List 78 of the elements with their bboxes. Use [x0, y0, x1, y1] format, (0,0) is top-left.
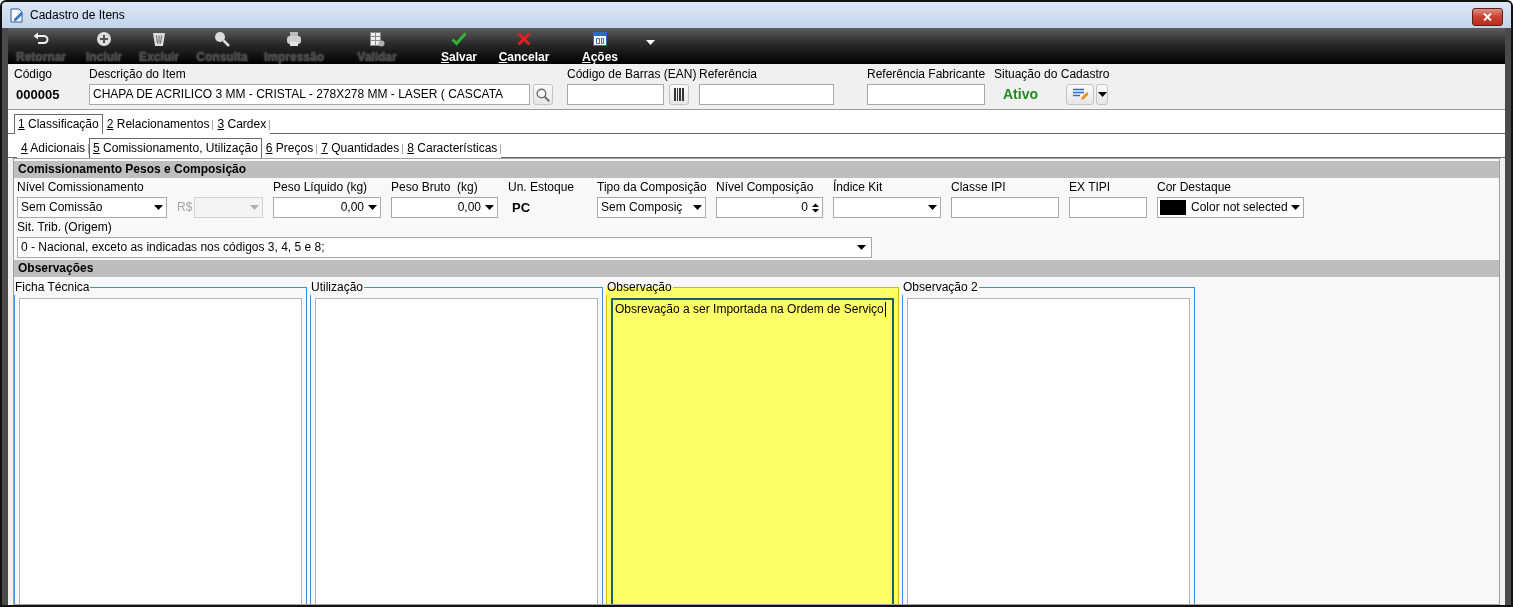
unit-value: PC	[511, 199, 531, 217]
window-title: Cadastro de Itens	[30, 8, 125, 22]
close-icon	[1483, 13, 1492, 21]
field-label: EX TIPI	[1069, 180, 1111, 196]
color-dropdown[interactable]: Color not selected	[1157, 197, 1304, 218]
field-label: Situação do Cadastro	[994, 67, 1110, 83]
field-label: Referência Fabricante	[867, 67, 986, 83]
field-label: Descrição do Item	[89, 67, 186, 83]
field-label: Tipo da Composição	[597, 180, 707, 196]
caret-icon	[368, 205, 377, 210]
printer-icon	[286, 31, 302, 47]
dropdown-button[interactable]	[1096, 84, 1108, 105]
wastebasket-icon	[151, 31, 167, 47]
field-label: Código	[14, 67, 53, 83]
dropdown-field[interactable]: Sem Comissão	[17, 197, 167, 218]
toolbar-button[interactable]: Salvar	[428, 28, 490, 64]
field-label: Nível Comissionamento	[17, 180, 144, 196]
code-value: 000005	[15, 86, 60, 104]
check-icon	[451, 31, 467, 47]
group-box-title: Ficha Técnica	[14, 280, 91, 295]
undo-arrow-icon	[33, 31, 49, 47]
caret-icon	[1291, 205, 1300, 210]
search-button[interactable]	[533, 84, 553, 105]
search-icon	[536, 87, 550, 102]
caret-icon	[928, 205, 937, 210]
document-pen-icon	[10, 8, 24, 23]
x-mark-icon	[516, 31, 532, 47]
text-field[interactable]	[567, 84, 664, 105]
edit-list-icon	[1072, 88, 1088, 101]
text-field[interactable]	[699, 84, 834, 105]
group-box-title: Observação 2	[902, 280, 979, 295]
field-label: Peso Bruto (kg)	[391, 180, 478, 196]
field-label: Índice Kit	[833, 180, 883, 196]
field-label: Peso Líquido (kg)	[273, 180, 368, 196]
text-area[interactable]: Obsrevação a ser Importada na Ordem de Serviço	[611, 298, 894, 604]
plus-circle-icon	[96, 31, 112, 47]
edit-list-button[interactable]	[1066, 84, 1094, 105]
search-icon	[214, 31, 230, 47]
field-label: Sit. Trib. (Origem)	[17, 220, 112, 236]
spin-field[interactable]: 0	[716, 197, 823, 218]
caret-icon	[250, 205, 259, 210]
group-box-title: Utilização	[310, 280, 365, 295]
table-icon	[369, 31, 385, 47]
field-label: Un. Estoque	[508, 180, 575, 196]
caret-icon	[1097, 92, 1107, 97]
text-cursor	[884, 302, 886, 317]
text-field[interactable]	[1069, 197, 1147, 218]
close-button[interactable]	[1472, 8, 1503, 26]
field-label: Cor Destaque	[1157, 180, 1232, 196]
field-label: Nível Composição	[716, 180, 814, 196]
text-field[interactable]	[867, 84, 985, 105]
dropdown-field[interactable]: 0,00	[391, 197, 498, 218]
field-label: Código de Barras (EAN)	[567, 67, 697, 83]
window-icon	[592, 31, 608, 47]
tab[interactable]: 1 Classificação	[14, 114, 103, 134]
dropdown-field[interactable]	[833, 197, 941, 218]
section-header: Observações	[14, 260, 1499, 277]
barcode-button[interactable]	[669, 84, 689, 105]
toolbar-button[interactable]: Cancelar	[490, 28, 558, 64]
barcode-icon	[674, 88, 684, 101]
text-field[interactable]	[951, 197, 1059, 218]
spin-arrows-icon	[812, 201, 819, 214]
dropdown-field[interactable]: 0 - Nacional, exceto as indicadas nos códigos 3, 4, 5 e 8;	[17, 237, 872, 258]
caret-icon[interactable]	[646, 40, 655, 45]
field-label: R$	[177, 199, 194, 216]
dropdown-field[interactable]: Sem Composiç	[597, 197, 706, 218]
field-label: Classe IPI	[951, 180, 1006, 196]
text-field[interactable]: CHAPA DE ACRILICO 3 MM - CRISTAL - 278X278 MM - LASER ( CASCATA	[89, 84, 530, 105]
section-header: Comissionamento Pesos e Composição	[14, 161, 1499, 178]
field-label: Referência	[699, 67, 758, 83]
tab[interactable]: 5 Comissionamento, Utilização	[89, 138, 262, 158]
caret-icon	[485, 205, 494, 210]
caret-icon	[857, 245, 866, 250]
status-text: Ativo	[1002, 85, 1039, 104]
caret-icon	[693, 205, 702, 210]
caret-icon	[154, 205, 163, 210]
toolbar-button[interactable]: Ações	[558, 28, 642, 64]
dropdown-field[interactable]: 0,00	[273, 197, 381, 218]
